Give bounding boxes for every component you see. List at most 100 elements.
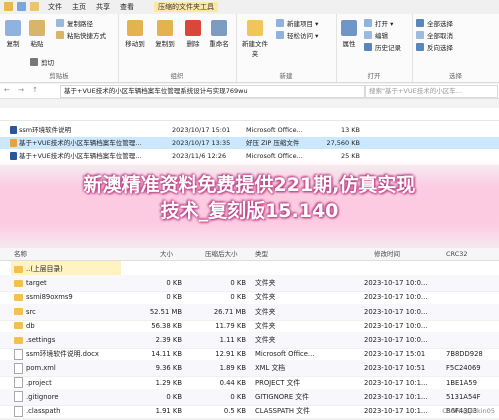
paste-shortcut-button[interactable]: 粘贴快捷方式 — [56, 30, 106, 40]
new-folder-button[interactable]: 新建文件夹 — [240, 20, 270, 58]
rename-icon — [211, 20, 227, 36]
archive-list-header: 名称 大小 压缩后大小 类型 修改时间 CRC32 — [0, 248, 499, 261]
packed-text: 1.11 KB — [219, 336, 246, 344]
word-doc-icon — [10, 152, 17, 160]
address-path[interactable]: 基于+VUE技术的小区车辆档案车位管理系统设计与实现769wu — [60, 85, 365, 98]
type-text: 文件夹 — [255, 321, 276, 330]
file-row-selected[interactable]: 基于+VUE技术的小区车辆档案车位管理... 2023/10/17 13:35 … — [0, 137, 499, 149]
folder-icon — [14, 293, 23, 301]
mtime-text: 2023-10-17 10:0... — [364, 307, 428, 316]
new-folder-icon[interactable] — [30, 2, 39, 11]
type-text: Microsoft Office... — [255, 350, 315, 359]
name-text: .gitignore — [26, 392, 59, 401]
folder-icon — [14, 322, 23, 330]
zip-file-icon — [10, 139, 17, 147]
invert-selection-icon — [416, 43, 424, 51]
type-text: XML 文档 — [255, 364, 286, 373]
cut-button[interactable]: 剪切 — [30, 57, 54, 67]
type-text: CLASSPATH 文件 — [255, 407, 310, 415]
col-type[interactable]: 类型 — [255, 248, 268, 260]
invert-selection-button[interactable]: 反向选择 — [416, 42, 453, 52]
open-button[interactable]: 打开 ▾ — [364, 18, 393, 28]
mtime-text: 2023-10-17 15:01 — [364, 350, 426, 359]
select-all-icon — [416, 19, 424, 27]
organize-group-label: 组织 — [170, 72, 184, 80]
organize-group: 移动到 复制到 删除 重命名 组织 — [118, 14, 237, 82]
size-text: 56.38 KB — [151, 321, 182, 330]
select-group: 全部选择 全部取消 反向选择 选择 — [412, 14, 499, 82]
name-text: target — [26, 279, 47, 288]
file-row[interactable]: ssm环境软件说明 2023/10/17 15:01 Microsoft Off… — [0, 124, 499, 136]
navigation-arrows[interactable]: ← → ↑ — [4, 86, 41, 94]
size-text: 52.51 MB — [149, 307, 182, 316]
size-text: 0 KB — [166, 392, 182, 401]
packed-text: 1.89 KB — [219, 364, 246, 373]
size-text: 9.36 KB — [155, 364, 182, 373]
col-modified[interactable]: 修改时间 — [374, 248, 400, 260]
copy-to-button[interactable]: 复制到 — [152, 20, 178, 48]
tab-view[interactable]: 查看 — [120, 2, 134, 12]
cell-mtime: 2023-10-17 10:1... — [364, 403, 444, 419]
delete-button[interactable]: 删除 — [182, 20, 204, 48]
open-icon — [364, 19, 372, 27]
folder-icon[interactable] — [4, 2, 13, 11]
paste-button[interactable]: 粘贴 — [26, 20, 48, 48]
select-none-button[interactable]: 全部取消 — [416, 30, 453, 40]
tab-file[interactable]: 文件 — [48, 2, 62, 12]
tab-home[interactable]: 主页 — [72, 2, 86, 12]
properties-button[interactable]: 属性 — [338, 20, 360, 48]
packed-text: 0 KB — [230, 293, 246, 302]
folder-icon — [14, 279, 23, 287]
folder-icon — [14, 308, 23, 316]
new-group: 新建文件夹 新建项目 ▾ 轻松访问 ▾ 新建 — [236, 14, 337, 82]
col-crc32[interactable]: CRC32 — [446, 248, 468, 260]
select-none-icon — [416, 31, 424, 39]
col-name[interactable]: 名称 — [14, 248, 27, 260]
copy-path-button[interactable]: 复制路径 — [56, 18, 93, 28]
cell-packed: 0.5 KB — [188, 403, 246, 419]
file-icon — [14, 391, 23, 403]
copy-to-icon — [157, 20, 173, 36]
file-icon — [14, 362, 23, 374]
address-bar: ← → ↑ 基于+VUE技术的小区车辆档案车位管理系统设计与实现769wu 搜索… — [0, 84, 499, 99]
new-item-icon — [276, 19, 284, 27]
copy-path-icon — [56, 19, 64, 27]
move-to-button[interactable]: 移动到 — [122, 20, 148, 48]
cell-type: CLASSPATH 文件 — [255, 403, 365, 419]
file-icon — [14, 405, 23, 417]
size-text: 0 KB — [166, 293, 182, 302]
watermark: CSDN @jinkin05 — [442, 407, 495, 415]
table-row[interactable]: .classpath 1.91 KB 0.5 KB CLASSPATH 文件 2023-… — [0, 403, 499, 420]
name-text: ..(上层目录) — [26, 265, 63, 273]
paste-shortcut-icon — [56, 31, 64, 39]
ribbon-tabs: 文件 主页 共享 查看 — [48, 2, 134, 12]
banner-line-1: 新澳精准资料免费提供221期,仿真实现 — [83, 174, 416, 196]
edit-button[interactable]: 编辑 — [364, 30, 388, 40]
packed-text: 0 KB — [230, 279, 246, 288]
folder-icon — [14, 265, 23, 273]
packed-text: 0.44 KB — [219, 378, 246, 387]
properties-icon — [341, 20, 357, 36]
type-text: 文件夹 — [255, 293, 276, 302]
delete-icon — [185, 20, 201, 36]
file-icon — [14, 348, 23, 360]
window-title: 压缩的文件夹工具 — [154, 2, 218, 12]
easy-access-button[interactable]: 轻松访问 ▾ — [276, 30, 318, 40]
copy-button[interactable]: 复制 — [2, 20, 24, 48]
select-all-button[interactable]: 全部选择 — [416, 18, 453, 28]
clipboard-group: 复制 粘贴 复制路径 粘贴快捷方式 剪切 剪贴板 — [0, 14, 119, 82]
new-item-button[interactable]: 新建项目 ▾ — [276, 18, 318, 28]
col-packed[interactable]: 压缩后大小 — [205, 248, 238, 260]
search-input[interactable]: 搜索"基于+VUE技术的小区车... — [365, 85, 498, 98]
rename-button[interactable]: 重命名 — [206, 20, 232, 48]
tab-share[interactable]: 共享 — [96, 2, 110, 12]
crc-text: 1BE1A59 — [446, 378, 477, 387]
name-text: .settings — [26, 336, 56, 344]
type-text: 文件夹 — [255, 279, 276, 288]
new-folder-icon — [247, 20, 263, 36]
mtime-text: 2023-10-17 10:0... — [364, 336, 428, 344]
paste-icon — [29, 20, 45, 36]
col-size[interactable]: 大小 — [160, 248, 173, 260]
history-button[interactable]: 历史记录 — [364, 42, 401, 52]
properties-icon[interactable] — [17, 2, 26, 11]
